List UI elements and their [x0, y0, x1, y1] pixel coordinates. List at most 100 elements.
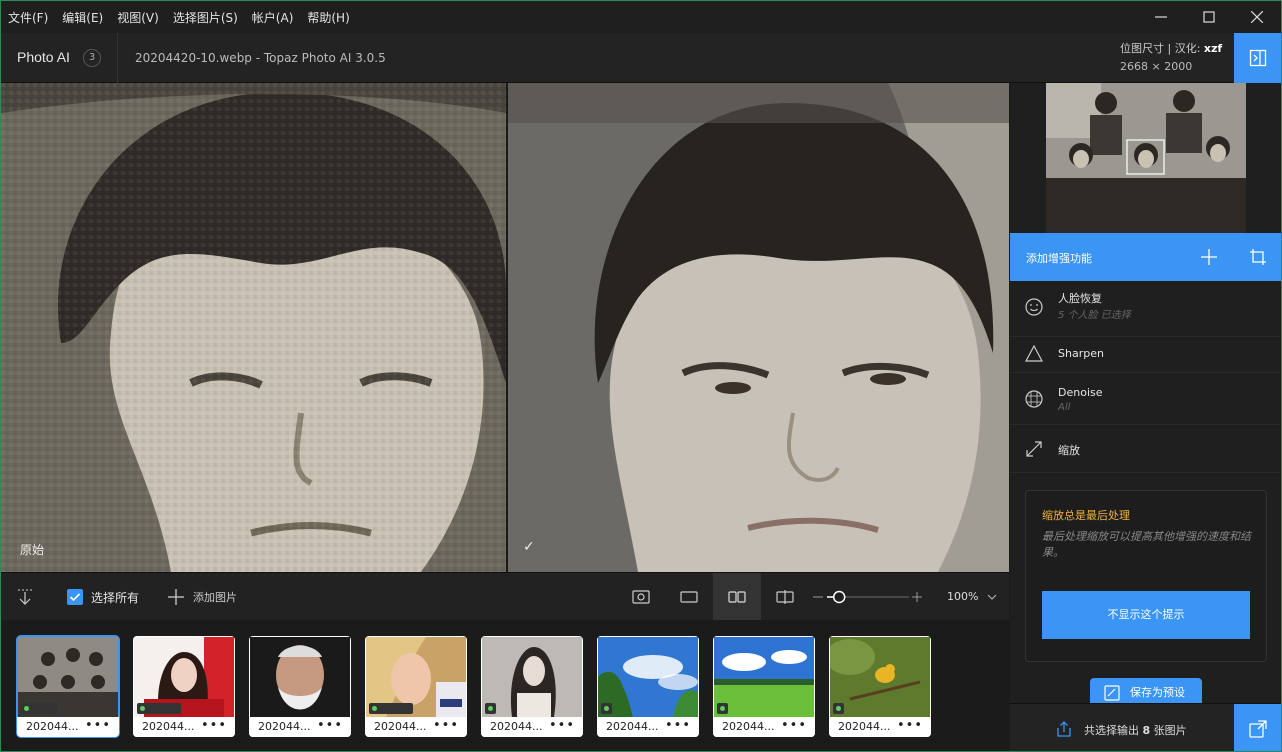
- plus-small-icon: [912, 592, 922, 602]
- tool-status: All: [1058, 402, 1071, 413]
- crop-icon: [1250, 249, 1266, 265]
- minimize-button[interactable]: [1137, 1, 1185, 33]
- thumbnail-strip: 202044... ••• 202044... ••• 202044... ••…: [1, 620, 1009, 751]
- more-options-button[interactable]: •••: [781, 717, 807, 735]
- export-button[interactable]: [1234, 704, 1281, 751]
- tool-name: Sharpen: [1058, 347, 1104, 360]
- thumbnail-6[interactable]: 202044... •••: [597, 636, 699, 737]
- image-dimensions: 2668 × 2000: [1120, 60, 1193, 73]
- original-pane: 原始: [1, 83, 506, 572]
- menu-account[interactable]: 帐户(A): [245, 9, 301, 26]
- thumbnail-3[interactable]: 202044... •••: [249, 636, 351, 737]
- add-enhancement-label: 添加增强功能: [1026, 252, 1092, 265]
- tool-status: 5 个人脸 已选择: [1058, 310, 1131, 321]
- expand-icon: [1026, 441, 1042, 457]
- thumbnail-1[interactable]: 202044... •••: [16, 635, 120, 738]
- upscale-tip-card: 缩放总是最后处理 最后处理缩放可以提高其他增强的速度和结果。 不显示这个提示: [1025, 490, 1267, 662]
- save-preset-label: 保存为预设: [1130, 686, 1185, 699]
- more-options-button[interactable]: •••: [549, 717, 575, 735]
- enhancement-indicator: [485, 703, 496, 714]
- maximize-button[interactable]: [1185, 1, 1233, 33]
- menu-bar: 文件(F) 编辑(E) 视图(V) 选择图片(S) 帐户(A) 帮助(H): [1, 1, 1281, 33]
- side-panel: 添加增强功能 人脸恢复 5 个人脸 已选择 Sharpen Denoise Al…: [1010, 83, 1281, 751]
- image-viewer[interactable]: 原始 ✓: [1, 83, 1009, 572]
- minimize-icon: [1155, 16, 1167, 18]
- more-options-button[interactable]: •••: [201, 717, 227, 735]
- menu-select-images[interactable]: 选择图片(S): [166, 9, 245, 26]
- window-title: 20204420-10.webp - Topaz Photo AI 3.0.5: [135, 51, 386, 65]
- more-options-button[interactable]: •••: [317, 717, 343, 735]
- zoom-dropdown[interactable]: [986, 573, 998, 621]
- side-by-side-button[interactable]: [713, 573, 761, 621]
- crop-button[interactable]: [1249, 248, 1267, 269]
- thumbnail-image: [482, 637, 582, 717]
- thumbnail-4[interactable]: 202044... •••: [365, 636, 467, 737]
- menu-help[interactable]: 帮助(H): [300, 9, 356, 26]
- enhancement-indicator: [137, 703, 181, 714]
- camera-icon: [632, 590, 650, 604]
- plus-icon: [168, 589, 184, 605]
- thumbnail-2[interactable]: 202044... •••: [133, 636, 235, 737]
- close-icon: [1251, 11, 1263, 23]
- tool-face-recovery[interactable]: 人脸恢复 5 个人脸 已选择: [1010, 281, 1281, 337]
- enhancement-indicator: [601, 703, 612, 714]
- select-all-label: 选择所有: [91, 590, 140, 605]
- tool-name: 缩放: [1058, 444, 1080, 457]
- panel-toggle-icon: [1249, 49, 1267, 67]
- preset-icon: [1104, 685, 1120, 701]
- thumbnail-7[interactable]: 202044... •••: [713, 636, 815, 737]
- enhancement-indicator: [21, 703, 57, 714]
- navigator-preview[interactable]: [1046, 83, 1246, 233]
- tool-sharpen[interactable]: Sharpen: [1010, 337, 1281, 373]
- navigator-image: [1046, 83, 1246, 233]
- chevron-down-icon: [987, 594, 997, 600]
- original-label: 原始: [20, 543, 45, 557]
- menu-view[interactable]: 视图(V): [110, 9, 166, 26]
- menu-edit[interactable]: 编辑(E): [55, 9, 110, 26]
- plus-icon: [1201, 249, 1217, 265]
- snapshot-button[interactable]: [632, 573, 650, 621]
- more-options-button[interactable]: •••: [433, 717, 459, 735]
- zoom-slider[interactable]: [827, 573, 909, 621]
- minus-icon: [813, 596, 823, 598]
- share-icon: [1057, 721, 1071, 737]
- tool-upscale[interactable]: 缩放: [1010, 425, 1281, 473]
- sort-button[interactable]: [15, 573, 35, 621]
- export-suffix: 张图片: [1150, 724, 1187, 737]
- thumbnail-5[interactable]: 202044... •••: [481, 636, 583, 737]
- enhancement-indicator: [369, 703, 413, 714]
- add-enhancement-bar: 添加增强功能: [1010, 233, 1281, 281]
- zoom-value[interactable]: 100%: [947, 590, 978, 603]
- export-image-icon: [1249, 720, 1267, 738]
- app-header: Photo AI 3 20204420-10.webp - Topaz Phot…: [1, 33, 1281, 83]
- more-options-button[interactable]: •••: [665, 717, 691, 735]
- split-view-icon: [776, 590, 794, 604]
- single-view-button[interactable]: [680, 573, 698, 621]
- select-all-checkbox[interactable]: 选择所有: [67, 573, 139, 621]
- close-button[interactable]: [1233, 1, 1281, 33]
- app-name: Photo AI: [17, 49, 70, 65]
- sort-down-icon: [18, 589, 32, 605]
- zoom-in-button[interactable]: [912, 573, 922, 621]
- app-window: 文件(F) 编辑(E) 视图(V) 选择图片(S) 帐户(A) 帮助(H) Ph…: [0, 0, 1282, 752]
- add-images-button[interactable]: 添加图片: [167, 573, 237, 621]
- thumbnail-8[interactable]: 202044... •••: [829, 636, 931, 737]
- add-enhancement-button[interactable]: [1200, 248, 1218, 269]
- enhanced-pane: ✓: [508, 83, 1009, 572]
- thumbnail-image: [714, 637, 814, 717]
- add-images-label: 添加图片: [193, 591, 237, 604]
- split-view-button[interactable]: [776, 573, 794, 621]
- menu-file[interactable]: 文件(F): [1, 9, 55, 26]
- tool-name: Denoise: [1058, 386, 1103, 399]
- triangle-icon: [1025, 344, 1043, 362]
- enhancement-indicator: [717, 703, 728, 714]
- more-options-button[interactable]: •••: [897, 717, 923, 735]
- tool-denoise[interactable]: Denoise All: [1010, 373, 1281, 425]
- thumbnail-image: [598, 637, 698, 717]
- dismiss-tip-button[interactable]: 不显示这个提示: [1042, 591, 1250, 639]
- export-prefix: 共选择输出: [1084, 724, 1143, 737]
- toggle-panel-button[interactable]: [1234, 33, 1281, 83]
- zoom-out-button[interactable]: [813, 573, 823, 621]
- more-options-button[interactable]: •••: [85, 717, 111, 735]
- maximize-icon: [1203, 11, 1215, 23]
